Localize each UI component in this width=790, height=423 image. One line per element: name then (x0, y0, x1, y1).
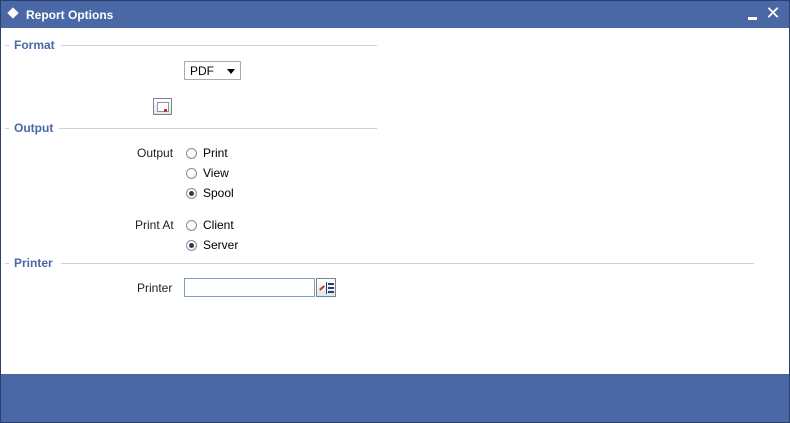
section-divider (61, 45, 377, 46)
chevron-down-icon (227, 69, 235, 74)
lov-icon-line (328, 287, 334, 289)
output-print-label[interactable]: Print (203, 146, 228, 160)
print-at-client-label[interactable]: Client (203, 218, 234, 232)
printer-input[interactable] (184, 278, 315, 297)
output-label: Output (137, 146, 174, 160)
output-section-label: Output (14, 121, 54, 135)
print-at-server-label[interactable]: Server (203, 238, 238, 252)
printer-section-label: Printer (14, 256, 53, 270)
section-divider (5, 128, 9, 129)
output-spool-radio[interactable] (186, 188, 197, 199)
minimize-icon[interactable] (745, 5, 761, 23)
diamond-icon (7, 7, 19, 19)
output-view-label[interactable]: View (203, 166, 229, 180)
close-icon[interactable]: ✕ (765, 5, 781, 23)
printer-lov-button[interactable] (316, 278, 336, 297)
output-print-radio[interactable] (186, 148, 197, 159)
document-button[interactable] (153, 98, 172, 115)
lov-icon-bar (326, 282, 327, 294)
format-section-label: Format (14, 38, 55, 52)
format-select[interactable]: PDF (184, 61, 241, 80)
print-at-label: Print At (135, 218, 174, 232)
print-at-client-radio[interactable] (186, 220, 197, 231)
format-select-value: PDF (190, 64, 214, 78)
section-divider (5, 263, 9, 264)
document-icon-mark (164, 109, 167, 112)
section-divider (5, 45, 9, 46)
section-divider (59, 128, 377, 129)
output-view-radio[interactable] (186, 168, 197, 179)
print-at-server-radio[interactable] (186, 240, 197, 251)
footer-bar (1, 374, 789, 422)
printer-label: Printer (137, 281, 173, 295)
report-options-window: Report Options ✕ Format PDF Output Outpu… (0, 0, 790, 423)
document-icon (157, 102, 169, 112)
output-spool-label[interactable]: Spool (203, 186, 234, 200)
section-divider (61, 263, 754, 264)
list-of-values-icon (319, 285, 325, 291)
lov-icon-line (328, 283, 334, 285)
lov-icon-line (328, 291, 334, 293)
title-bar[interactable]: Report Options ✕ (1, 1, 789, 28)
window-title: Report Options (26, 8, 114, 22)
